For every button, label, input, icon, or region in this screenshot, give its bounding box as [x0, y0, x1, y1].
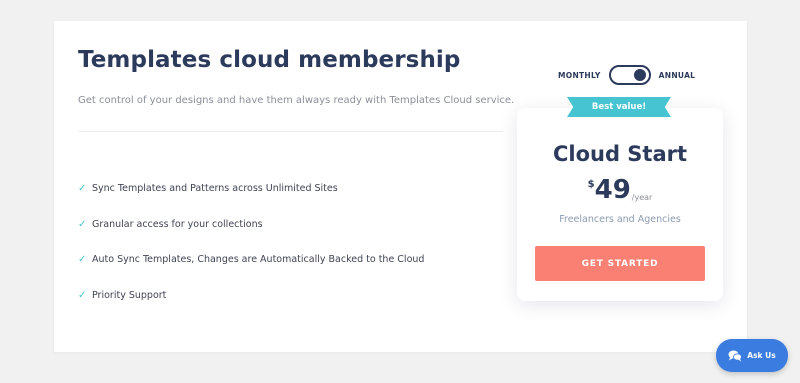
get-started-button[interactable]: GET STARTED — [535, 246, 705, 281]
plan-name: Cloud Start — [552, 142, 688, 166]
price-currency: $ — [587, 179, 595, 190]
plan-audience: Freelancers and Agencies — [559, 214, 681, 225]
check-icon: ✓ — [78, 183, 87, 195]
feature-list: ✓ Sync Templates and Patterns across Unl… — [78, 171, 424, 313]
check-icon: ✓ — [78, 218, 87, 230]
billing-toggle: MONTHLY ANNUAL — [558, 65, 695, 85]
page-title: Templates cloud membership — [78, 47, 461, 73]
check-icon: ✓ — [78, 254, 87, 266]
divider — [78, 131, 503, 132]
annual-label[interactable]: ANNUAL — [659, 71, 696, 80]
feature-item: ✓ Priority Support — [78, 278, 424, 314]
ask-us-button[interactable]: Ask Us — [716, 339, 788, 372]
best-value-ribbon: Best value! — [567, 97, 671, 117]
feature-label: Granular access for your collections — [92, 218, 263, 230]
membership-card: Templates cloud membership Get control o… — [54, 21, 747, 352]
plan-card: Cloud Start $ 49 /year Freelancers and A… — [517, 108, 723, 301]
chat-bubbles-icon — [728, 350, 743, 361]
feature-item: ✓ Granular access for your collections — [78, 207, 424, 243]
check-icon: ✓ — [78, 289, 87, 301]
monthly-label[interactable]: MONTHLY — [558, 71, 601, 80]
ask-us-label: Ask Us — [747, 351, 776, 360]
billing-switch[interactable] — [608, 65, 651, 85]
price-amount: 49 — [594, 175, 631, 205]
feature-label: Priority Support — [92, 289, 167, 301]
price-period: /year — [631, 193, 653, 202]
feature-item: ✓ Sync Templates and Patterns across Unl… — [78, 171, 424, 207]
feature-label: Auto Sync Templates, Changes are Automat… — [92, 254, 425, 266]
plan-price: $ 49 /year — [517, 176, 723, 204]
feature-item: ✓ Auto Sync Templates, Changes are Autom… — [78, 242, 424, 278]
switch-knob — [633, 69, 646, 81]
page-subtitle: Get control of your designs and have the… — [78, 95, 515, 106]
feature-label: Sync Templates and Patterns across Unlim… — [92, 183, 338, 195]
